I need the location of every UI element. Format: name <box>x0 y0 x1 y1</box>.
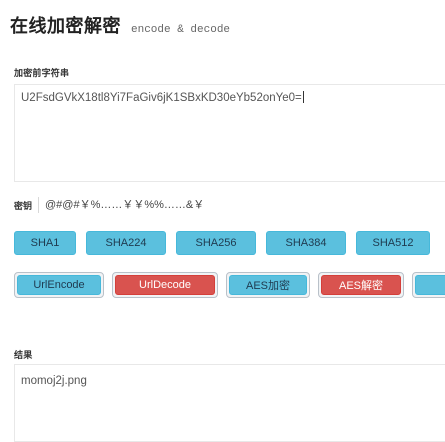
hash-button-row: SHA1 SHA224 SHA256 SHA384 SHA512 <box>14 231 445 255</box>
sha256-button[interactable]: SHA256 <box>176 231 256 255</box>
text-caret <box>302 91 304 103</box>
result-value: momoj2j.png <box>21 375 87 387</box>
overflow-button[interactable] <box>415 275 445 295</box>
key-row: 密钥 @#@#￥%……￥￥%%……&￥ <box>14 196 204 214</box>
action-button-row: UrlEncode UrlDecode AES加密 AES解密 <box>14 272 445 298</box>
aes-encrypt-button[interactable]: AES加密 <box>229 275 307 295</box>
result-label: 结果 <box>14 350 33 360</box>
page-title: 在线加密解密 <box>10 16 121 37</box>
url-decode-wrapper: UrlDecode <box>112 272 218 298</box>
key-label: 密钥 <box>14 200 33 211</box>
page-subtitle: encode & decode <box>131 24 231 36</box>
result-textarea[interactable]: momoj2j.png <box>14 364 445 442</box>
sha1-button[interactable]: SHA1 <box>14 231 76 255</box>
overflow-button-wrapper <box>412 272 445 298</box>
plaintext-value: U2FsdGVkX18tl8Yi7FaGiv6jK1SBxKD30eYb52on… <box>21 91 304 104</box>
aes-encrypt-wrapper: AES加密 <box>226 272 310 298</box>
sha512-button[interactable]: SHA512 <box>356 231 430 255</box>
url-encode-button[interactable]: UrlEncode <box>17 275 101 295</box>
page-header: 在线加密解密 encode & decode <box>10 12 231 37</box>
url-decode-button[interactable]: UrlDecode <box>115 275 215 295</box>
sha224-button[interactable]: SHA224 <box>86 231 166 255</box>
plaintext-textarea[interactable]: U2FsdGVkX18tl8Yi7FaGiv6jK1SBxKD30eYb52on… <box>14 84 445 182</box>
aes-decrypt-wrapper: AES解密 <box>318 272 404 298</box>
plaintext-label: 加密前字符串 <box>14 68 70 78</box>
sha384-button[interactable]: SHA384 <box>266 231 346 255</box>
url-encode-wrapper: UrlEncode <box>14 272 104 298</box>
aes-decrypt-button[interactable]: AES解密 <box>321 275 401 295</box>
key-input[interactable]: @#@#￥%……￥￥%%……&￥ <box>38 197 204 213</box>
